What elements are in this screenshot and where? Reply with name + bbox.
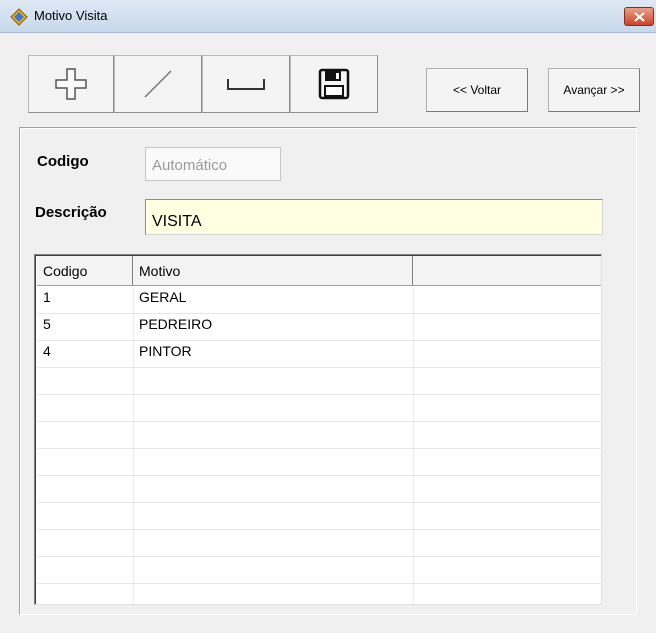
cell-codigo [37, 475, 133, 501]
next-button[interactable]: Avançar >> [548, 68, 640, 112]
cell-motivo: PINTOR [139, 343, 192, 359]
cell-codigo: 5 [43, 316, 51, 332]
plus-icon [55, 68, 87, 100]
table-row[interactable] [37, 394, 601, 422]
close-icon [634, 12, 645, 22]
cell-codigo [37, 367, 133, 393]
cell-motivo [133, 583, 413, 604]
title-bar: Motivo Visita [0, 0, 656, 33]
table-row[interactable] [37, 529, 601, 557]
window: Motivo Visita << Voltar Avançar >> Codig… [0, 0, 656, 633]
codigo-field[interactable]: Automático [145, 147, 281, 181]
table-row[interactable] [37, 367, 601, 395]
cancel-bracket-icon [227, 79, 265, 90]
cancel-button[interactable] [202, 55, 290, 113]
motivo-table[interactable]: Codigo Motivo 1 GERAL 5 PEDREIRO 4 PINTOR [34, 254, 602, 605]
descricao-input[interactable] [145, 199, 603, 235]
cell-codigo: 4 [43, 343, 51, 359]
cell-codigo [37, 448, 133, 474]
cell-motivo [133, 448, 413, 474]
table-row[interactable] [37, 448, 601, 476]
column-header-empty[interactable] [413, 256, 601, 285]
pencil-line-icon [144, 70, 172, 98]
cell-codigo [37, 583, 133, 604]
table-row[interactable] [37, 502, 601, 530]
cell-motivo [133, 421, 413, 447]
new-button[interactable] [28, 55, 114, 113]
table-row[interactable] [37, 556, 601, 584]
edit-button[interactable] [114, 55, 202, 113]
cell-motivo: PEDREIRO [139, 316, 213, 332]
floppy-disk-icon [318, 68, 350, 100]
cell-codigo [37, 529, 133, 555]
close-button[interactable] [624, 7, 654, 26]
table-row[interactable] [37, 475, 601, 503]
cell-motivo [133, 367, 413, 393]
table-row[interactable] [37, 583, 601, 604]
cell-motivo: GERAL [139, 289, 187, 305]
app-icon [10, 8, 28, 26]
cell-motivo [133, 556, 413, 582]
cell-codigo: 1 [43, 289, 51, 305]
cell-motivo [133, 394, 413, 420]
table-row[interactable] [37, 421, 601, 449]
column-header-motivo[interactable]: Motivo [133, 256, 413, 285]
save-button[interactable] [290, 55, 378, 113]
table-header: Codigo Motivo [37, 256, 601, 286]
cell-codigo [37, 502, 133, 528]
cell-codigo [37, 394, 133, 420]
back-button[interactable]: << Voltar [426, 68, 528, 112]
table-row[interactable]: 1 GERAL [37, 286, 601, 314]
cell-motivo [133, 529, 413, 555]
table-row[interactable]: 5 PEDREIRO [37, 313, 601, 341]
column-header-codigo[interactable]: Codigo [37, 256, 133, 285]
descricao-label: Descrição [35, 204, 107, 221]
cell-codigo [37, 421, 133, 447]
cell-motivo [133, 475, 413, 501]
table-row[interactable]: 4 PINTOR [37, 340, 601, 368]
cell-motivo [133, 502, 413, 528]
codigo-label: Codigo [37, 153, 89, 170]
cell-codigo [37, 556, 133, 582]
window-title: Motivo Visita [34, 8, 108, 23]
